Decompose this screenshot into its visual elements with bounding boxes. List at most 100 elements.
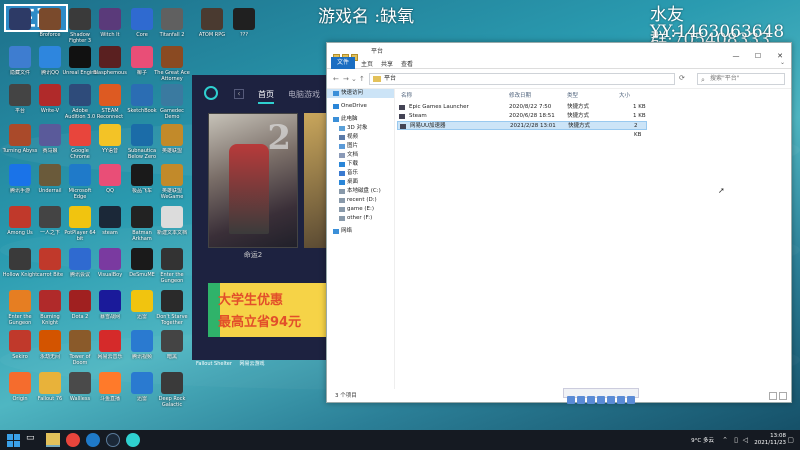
tab-pc-games[interactable]: 电脑游戏 bbox=[288, 89, 320, 100]
details-view-button[interactable] bbox=[769, 392, 777, 400]
ribbon-tab-share[interactable]: 共享 bbox=[381, 59, 393, 68]
search-input[interactable]: ⌕ 搜索"平台" bbox=[697, 73, 785, 85]
ribbon-tab-view[interactable]: 查看 bbox=[401, 59, 413, 68]
tool-icon[interactable] bbox=[577, 395, 585, 404]
column-header-date[interactable]: 修改日期 bbox=[509, 91, 531, 99]
task-view-icon[interactable]: ▭ bbox=[26, 433, 40, 447]
desktop-icon-label: ??? bbox=[240, 32, 248, 38]
desktop-icon[interactable]: VisualBoy bbox=[92, 248, 128, 292]
edge-taskbar-icon[interactable] bbox=[86, 433, 100, 447]
desktop-icon[interactable]: YY语音 bbox=[92, 124, 128, 168]
desktop-icon[interactable]: 暴雪战网 bbox=[92, 290, 128, 334]
back-icon[interactable]: ‹ bbox=[234, 89, 244, 99]
app-icon bbox=[161, 124, 183, 146]
ribbon-tab-home[interactable]: 主页 bbox=[361, 59, 373, 68]
desktop-icon[interactable]: 网易云音乐 bbox=[92, 330, 128, 374]
game-launcher-window[interactable]: ‹ 首页 电脑游戏 2 命运2 大学生优惠 最高立省94元 Fallout Sh… bbox=[192, 75, 326, 367]
refresh-icon[interactable]: ⟳ bbox=[679, 74, 685, 82]
desktop-icon-label: Titanfall 2 bbox=[159, 32, 185, 38]
app-icon bbox=[99, 330, 121, 352]
desktop-icon[interactable]: ??? bbox=[226, 8, 262, 52]
desktop-icon[interactable]: ATOM RPG bbox=[194, 8, 230, 52]
search-placeholder: 搜索"平台" bbox=[710, 75, 740, 82]
nav-item[interactable]: 文档 bbox=[327, 151, 394, 160]
footer-item: Fallout Shelter bbox=[196, 361, 232, 367]
ribbon-tab-file[interactable]: 文件 bbox=[331, 57, 356, 69]
nav-item[interactable]: 下载 bbox=[327, 160, 394, 169]
nav-item[interactable]: other (F:) bbox=[327, 214, 394, 223]
nav-item[interactable]: 快速访问 bbox=[327, 89, 394, 98]
file-row[interactable]: Epic Games Launcher 2020/8/22 7:50 快捷方式 1 K… bbox=[397, 103, 647, 112]
nav-item[interactable]: game (E:) bbox=[327, 205, 394, 214]
app-icon bbox=[39, 164, 61, 186]
nav-item[interactable]: 3D 对象 bbox=[327, 124, 394, 133]
column-header-size[interactable]: 大小 bbox=[619, 91, 630, 99]
steam-taskbar-icon[interactable] bbox=[106, 433, 120, 447]
app-icon bbox=[39, 330, 61, 352]
tab-home[interactable]: 首页 bbox=[258, 89, 274, 104]
desktop-icon[interactable]: 英雄联盟WeGame bbox=[154, 164, 190, 208]
file-explorer-window[interactable]: 平台 — ☐ ✕ 文件 主页 共享 查看 ⌄ ← → ⌄ ↑ 平台 ⟳ ⌕ 搜索"平… bbox=[326, 42, 792, 404]
nav-item[interactable]: 视频 bbox=[327, 133, 394, 142]
tool-icon[interactable] bbox=[597, 395, 605, 404]
nav-item[interactable]: recent (D:) bbox=[327, 196, 394, 205]
notification-icon[interactable]: ▢ bbox=[787, 436, 794, 444]
launcher-taskbar-icon[interactable] bbox=[126, 433, 140, 447]
shortcut-icon bbox=[399, 114, 405, 119]
clock[interactable]: 13:08 2021/11/23 bbox=[746, 433, 786, 447]
nav-item-label: 图片 bbox=[347, 143, 359, 149]
start-button[interactable] bbox=[6, 433, 20, 447]
desktop-icon[interactable]: 斗鱼直播 bbox=[92, 372, 128, 416]
app-icon bbox=[201, 8, 223, 30]
floating-toolbar bbox=[563, 388, 639, 404]
nav-item[interactable]: 桌面 bbox=[327, 178, 394, 187]
tool-icon[interactable] bbox=[617, 395, 625, 404]
nav-item-label: 视频 bbox=[347, 134, 359, 140]
forward-arrow-icon[interactable]: → bbox=[343, 75, 349, 83]
nav-item[interactable]: 音乐 bbox=[327, 169, 394, 178]
nav-item[interactable]: 此电脑 bbox=[327, 115, 394, 124]
nav-item[interactable]: OneDrive bbox=[327, 102, 394, 111]
file-row[interactable]: 网易UU加速器 2021/2/28 13:01 快捷方式 2 KB bbox=[397, 121, 647, 138]
nav-item[interactable]: 本地磁盘 (C:) bbox=[327, 187, 394, 196]
game-card-next[interactable] bbox=[304, 113, 326, 248]
desktop-icon[interactable]: Deep Rock Galactic bbox=[154, 372, 190, 416]
app-icon bbox=[131, 330, 153, 352]
desktop-icon[interactable]: Enter the Gungeon bbox=[154, 248, 190, 292]
app-icon bbox=[99, 290, 121, 312]
desktop-icon[interactable]: 英雄联盟 bbox=[154, 124, 190, 168]
up-arrow-icon[interactable]: ↑ bbox=[359, 75, 365, 83]
explorer-taskbar-icon[interactable] bbox=[46, 433, 60, 447]
file-row[interactable]: Steam 2020/6/28 18:51 快捷方式 1 KB bbox=[397, 112, 647, 121]
column-header-type[interactable]: 类型 bbox=[567, 91, 578, 99]
ribbon-expand-icon[interactable]: ⌄ bbox=[780, 59, 785, 66]
network-icon[interactable]: ▯ bbox=[734, 436, 738, 444]
tool-icon[interactable] bbox=[627, 395, 635, 404]
desktop-icon[interactable]: QQ bbox=[92, 164, 128, 208]
desktop-icon[interactable]: steam bbox=[92, 206, 128, 250]
chevron-up-icon[interactable]: ⌃ bbox=[722, 436, 728, 444]
desktop-icon[interactable]: 暗黑 bbox=[154, 330, 190, 374]
column-header-name[interactable]: 名称 bbox=[401, 91, 412, 99]
desktop-icon[interactable]: Gamedec Demo bbox=[154, 84, 190, 128]
file-date: 2021/2/28 13:01 bbox=[510, 123, 556, 129]
chrome-taskbar-icon[interactable] bbox=[66, 433, 80, 447]
nav-item-label: 3D 对象 bbox=[347, 125, 368, 131]
file-size: 1 KB bbox=[633, 104, 646, 110]
promo-banner[interactable]: 大学生优惠 最高立省94元 bbox=[208, 283, 326, 337]
game-cover-art: 2 bbox=[208, 113, 298, 248]
app-icon bbox=[161, 330, 183, 352]
back-arrow-icon[interactable]: ← bbox=[333, 75, 339, 83]
desktop-icon[interactable]: STEAM Reconnect bbox=[92, 84, 128, 128]
tool-icon[interactable] bbox=[607, 395, 615, 404]
nav-item[interactable]: 图片 bbox=[327, 142, 394, 151]
chevron-down-icon[interactable]: ⌄ bbox=[351, 75, 357, 83]
tool-icon[interactable] bbox=[567, 395, 575, 404]
nav-item[interactable]: 网络 bbox=[327, 227, 394, 236]
desktop-icon[interactable]: Don't Starve Together bbox=[154, 290, 190, 334]
weather-text[interactable]: 9°C 多云 bbox=[691, 436, 714, 444]
large-icons-view-button[interactable] bbox=[779, 392, 787, 400]
address-bar[interactable]: 平台 bbox=[369, 73, 675, 85]
desktop-icon[interactable]: 新建文本文档 bbox=[154, 206, 190, 250]
tool-icon[interactable] bbox=[587, 395, 595, 404]
